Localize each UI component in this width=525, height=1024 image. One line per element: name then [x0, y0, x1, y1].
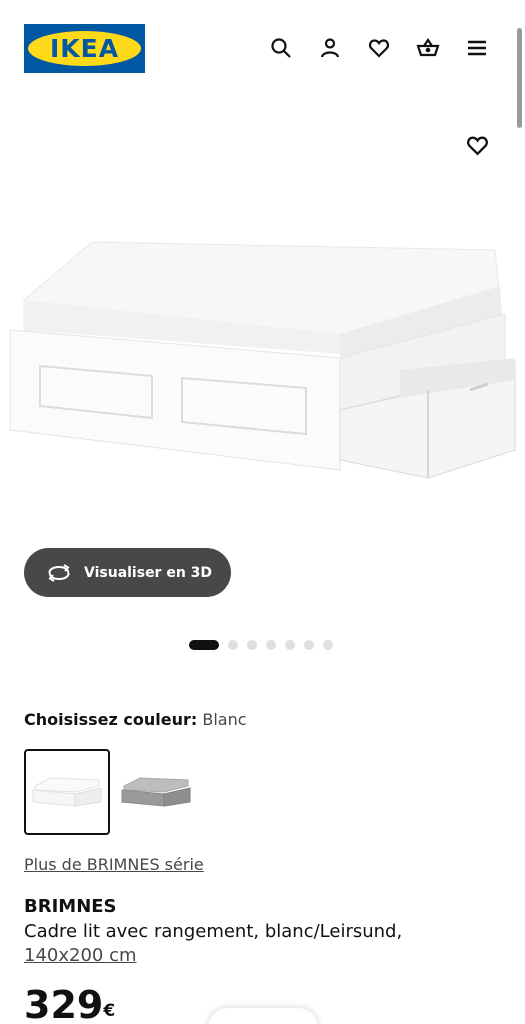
add-to-favourites-icon[interactable] [462, 130, 492, 160]
gallery-dot[interactable] [323, 640, 333, 650]
gallery-dot[interactable] [304, 640, 314, 650]
page-scrollbar[interactable] [517, 28, 522, 128]
site-header: IKEA [0, 0, 525, 100]
gallery-dot[interactable] [266, 640, 276, 650]
basket-icon[interactable] [414, 34, 442, 62]
product-name: BRIMNES [24, 896, 117, 917]
rotate-icon [48, 563, 70, 582]
search-icon[interactable] [267, 34, 295, 62]
price-value: 329 [24, 983, 104, 1024]
series-link[interactable]: Plus de BRIMNES série [24, 855, 204, 874]
color-swatch-white[interactable] [24, 749, 110, 835]
user-icon[interactable] [316, 34, 344, 62]
product-size-link[interactable]: 140x200 cm [24, 944, 137, 968]
color-value: Blanc [202, 710, 247, 729]
color-selector-label: Choisissez couleur: Blanc [24, 710, 247, 729]
color-swatch-grey[interactable] [113, 749, 199, 835]
gallery-dot[interactable] [189, 640, 219, 650]
heart-icon[interactable] [365, 34, 393, 62]
floating-action-pill[interactable] [208, 1008, 318, 1024]
ikea-logo[interactable]: IKEA [24, 24, 145, 73]
view-in-3d-label: Visualiser en 3D [84, 564, 213, 581]
color-label: Choisissez couleur: [24, 710, 198, 729]
product-price: 329€ [24, 982, 115, 1024]
gallery-dot[interactable] [285, 640, 295, 650]
view-in-3d-button[interactable]: Visualiser en 3D [24, 548, 231, 597]
logo-oval: IKEA [28, 31, 141, 66]
price-currency: € [103, 1001, 116, 1021]
menu-icon[interactable] [463, 34, 491, 62]
product-image[interactable] [0, 230, 525, 550]
logo-text: IKEA [49, 34, 120, 63]
gallery-dot[interactable] [228, 640, 238, 650]
gallery-pagination [189, 640, 333, 650]
gallery-dot[interactable] [247, 640, 257, 650]
product-description: Cadre lit avec rangement, blanc/Leirsund… [24, 921, 403, 942]
